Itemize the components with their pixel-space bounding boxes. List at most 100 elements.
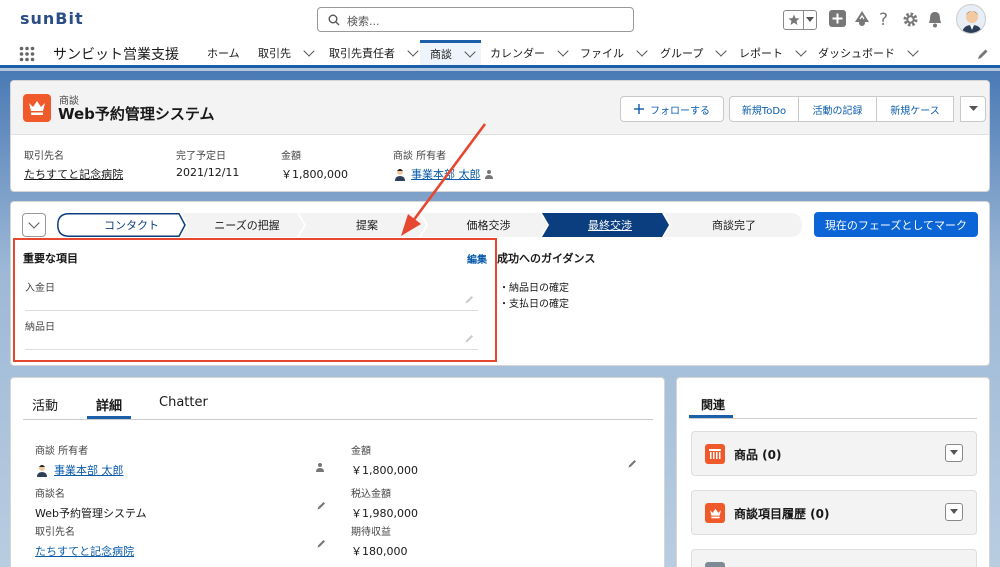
related-list-products[interactable]: 商品 (0): [691, 431, 977, 476]
chevron-down-icon: [950, 450, 958, 455]
global-header: sunBit 検索... ?: [0, 0, 1000, 40]
help-icon[interactable]: ?: [878, 10, 892, 28]
field-label: 商談名: [35, 489, 65, 500]
stage-label: 商談完了: [712, 219, 756, 232]
chevron-down-icon[interactable]: [303, 44, 315, 57]
nav-item-home[interactable]: ホーム: [207, 40, 240, 65]
tab-chatter[interactable]: Chatter: [159, 395, 208, 410]
nav-item-files[interactable]: ファイル: [580, 40, 648, 65]
tab-divider: [23, 419, 653, 420]
app-launcher-icon[interactable]: [19, 46, 35, 62]
annotation-arrow: [401, 123, 487, 236]
detail-field-opportunity-name: 商談名 Web予約管理システム: [35, 485, 330, 521]
opportunity-crown-icon: [23, 94, 51, 122]
related-list-menu-button[interactable]: [945, 503, 963, 521]
tab-activity[interactable]: 活動: [32, 395, 58, 414]
account-link[interactable]: たちすてと記念病院: [24, 166, 123, 182]
owner-value: 事業本部 太郎: [35, 462, 330, 478]
chevron-down-icon[interactable]: [795, 44, 807, 57]
new-todo-button[interactable]: 新規ToDo: [729, 96, 799, 122]
nav-item-label: ダッシュボード: [818, 46, 895, 60]
guidance-title: 成功へのガイダンス: [497, 252, 596, 265]
field-value: ￥1,800,000: [281, 168, 348, 181]
record-action-group: 新規ToDo 活動の記録 新規ケース: [729, 96, 986, 122]
new-case-button[interactable]: 新規ケース: [877, 96, 954, 122]
search-icon: [328, 14, 340, 26]
change-owner-icon[interactable]: [316, 462, 326, 472]
notification-bell-icon[interactable]: [927, 11, 943, 28]
gear-icon[interactable]: [902, 11, 919, 28]
path-stage-needs[interactable]: ニーズの把握: [188, 213, 306, 237]
nav-item-dashboards[interactable]: ダッシュボード: [818, 40, 919, 65]
log-activity-button[interactable]: 活動の記録: [799, 96, 877, 122]
chevron-down-icon: [28, 217, 40, 229]
guidance-item: ・支払日の確定: [499, 299, 569, 310]
related-list-opportunity-history[interactable]: 商談項目履歴 (0): [691, 490, 977, 535]
nav-item-label: ファイル: [580, 46, 624, 60]
account-link[interactable]: たちすてと記念病院: [35, 543, 330, 559]
favorites-button[interactable]: [783, 10, 817, 30]
path-toggle-button[interactable]: [22, 213, 46, 237]
highlight-amount: 金額 ￥1,800,000: [281, 147, 348, 182]
nav-item-opportunities[interactable]: 商談: [420, 40, 481, 65]
related-list-title[interactable]: 商品 (0): [734, 446, 782, 463]
follow-label: フォローする: [650, 105, 710, 117]
follow-button[interactable]: フォローする: [620, 96, 724, 122]
add-icon[interactable]: [829, 10, 846, 27]
edit-nav-pencil-icon[interactable]: [977, 48, 989, 60]
path-stage-contact[interactable]: コンタクト: [69, 213, 194, 237]
path-stage-closed[interactable]: 商談完了: [671, 213, 797, 237]
highlight-account: 取引先名 たちすてと記念病院: [24, 147, 123, 182]
field-label: 完了予定日: [176, 151, 226, 162]
nav-item-accounts[interactable]: 取引先: [258, 40, 315, 65]
new-case-label: 新規ケース: [890, 105, 940, 117]
detail-field-amount-tax: 税込金額 ￥1,980,000: [351, 485, 641, 521]
chevron-down-icon[interactable]: [907, 44, 919, 57]
guidance-item: ・納品日の確定: [499, 283, 569, 294]
nav-item-reports[interactable]: レポート: [739, 40, 807, 65]
nav-item-groups[interactable]: グループ: [660, 40, 728, 65]
highlight-box-annotation: [13, 238, 497, 362]
more-actions-button[interactable]: [960, 96, 986, 122]
nav-item-contacts[interactable]: 取引先責任者: [329, 40, 419, 65]
stage-label: コンタクト: [104, 219, 159, 232]
chevron-down-icon: [968, 106, 978, 111]
brand-logo[interactable]: sunBit: [20, 9, 84, 28]
chevron-down-icon[interactable]: [407, 44, 419, 57]
pencil-icon[interactable]: [317, 539, 326, 548]
nav-item-label: 取引先責任者: [329, 46, 395, 60]
nav-item-label: ホーム: [207, 46, 240, 60]
chevron-down-icon[interactable]: [715, 44, 728, 57]
owner-link[interactable]: 事業本部 太郎: [54, 462, 124, 478]
chevron-down-icon[interactable]: [636, 44, 648, 57]
related-list-menu-button[interactable]: [945, 444, 963, 462]
detail-field-owner: 商談 所有者 事業本部 太郎: [35, 442, 330, 478]
mark-current-stage-button[interactable]: 現在のフェーズとしてマーク: [814, 212, 978, 237]
field-value: 2021/12/11: [176, 166, 240, 179]
trailhead-icon[interactable]: [853, 10, 871, 27]
related-panel: 関連 商品 (0) 商談項目履歴 (0): [676, 377, 990, 567]
nav-item-label: レポート: [739, 46, 783, 60]
path-stage-final[interactable]: 最終交渉: [549, 213, 671, 237]
owner-avatar-icon: [35, 463, 49, 477]
star-icon[interactable]: [784, 11, 804, 29]
global-search-input[interactable]: 検索...: [317, 7, 634, 32]
tab-related[interactable]: 関連: [701, 396, 725, 413]
chevron-down-icon[interactable]: [464, 46, 476, 58]
history-icon: [705, 503, 725, 523]
app-navigation-bar: サンビット営業支援 ホーム 取引先 取引先責任者 商談 カレンダー ファイル グ…: [0, 40, 1000, 68]
chevron-down-icon[interactable]: [804, 11, 816, 29]
related-list-partial[interactable]: [691, 549, 977, 567]
product-icon: [705, 444, 725, 464]
tab-selected-indicator: [87, 416, 131, 419]
files-icon: [705, 562, 725, 567]
nav-item-label: 商談: [430, 48, 452, 61]
nav-item-calendar[interactable]: カレンダー: [490, 40, 569, 65]
tab-details[interactable]: 詳細: [96, 395, 122, 414]
user-avatar[interactable]: [956, 4, 986, 34]
chevron-down-icon[interactable]: [557, 44, 569, 57]
related-list-title[interactable]: 商談項目履歴 (0): [734, 505, 830, 522]
pencil-icon[interactable]: [628, 459, 637, 468]
pencil-icon[interactable]: [317, 501, 326, 510]
stage-label: 提案: [356, 219, 378, 232]
